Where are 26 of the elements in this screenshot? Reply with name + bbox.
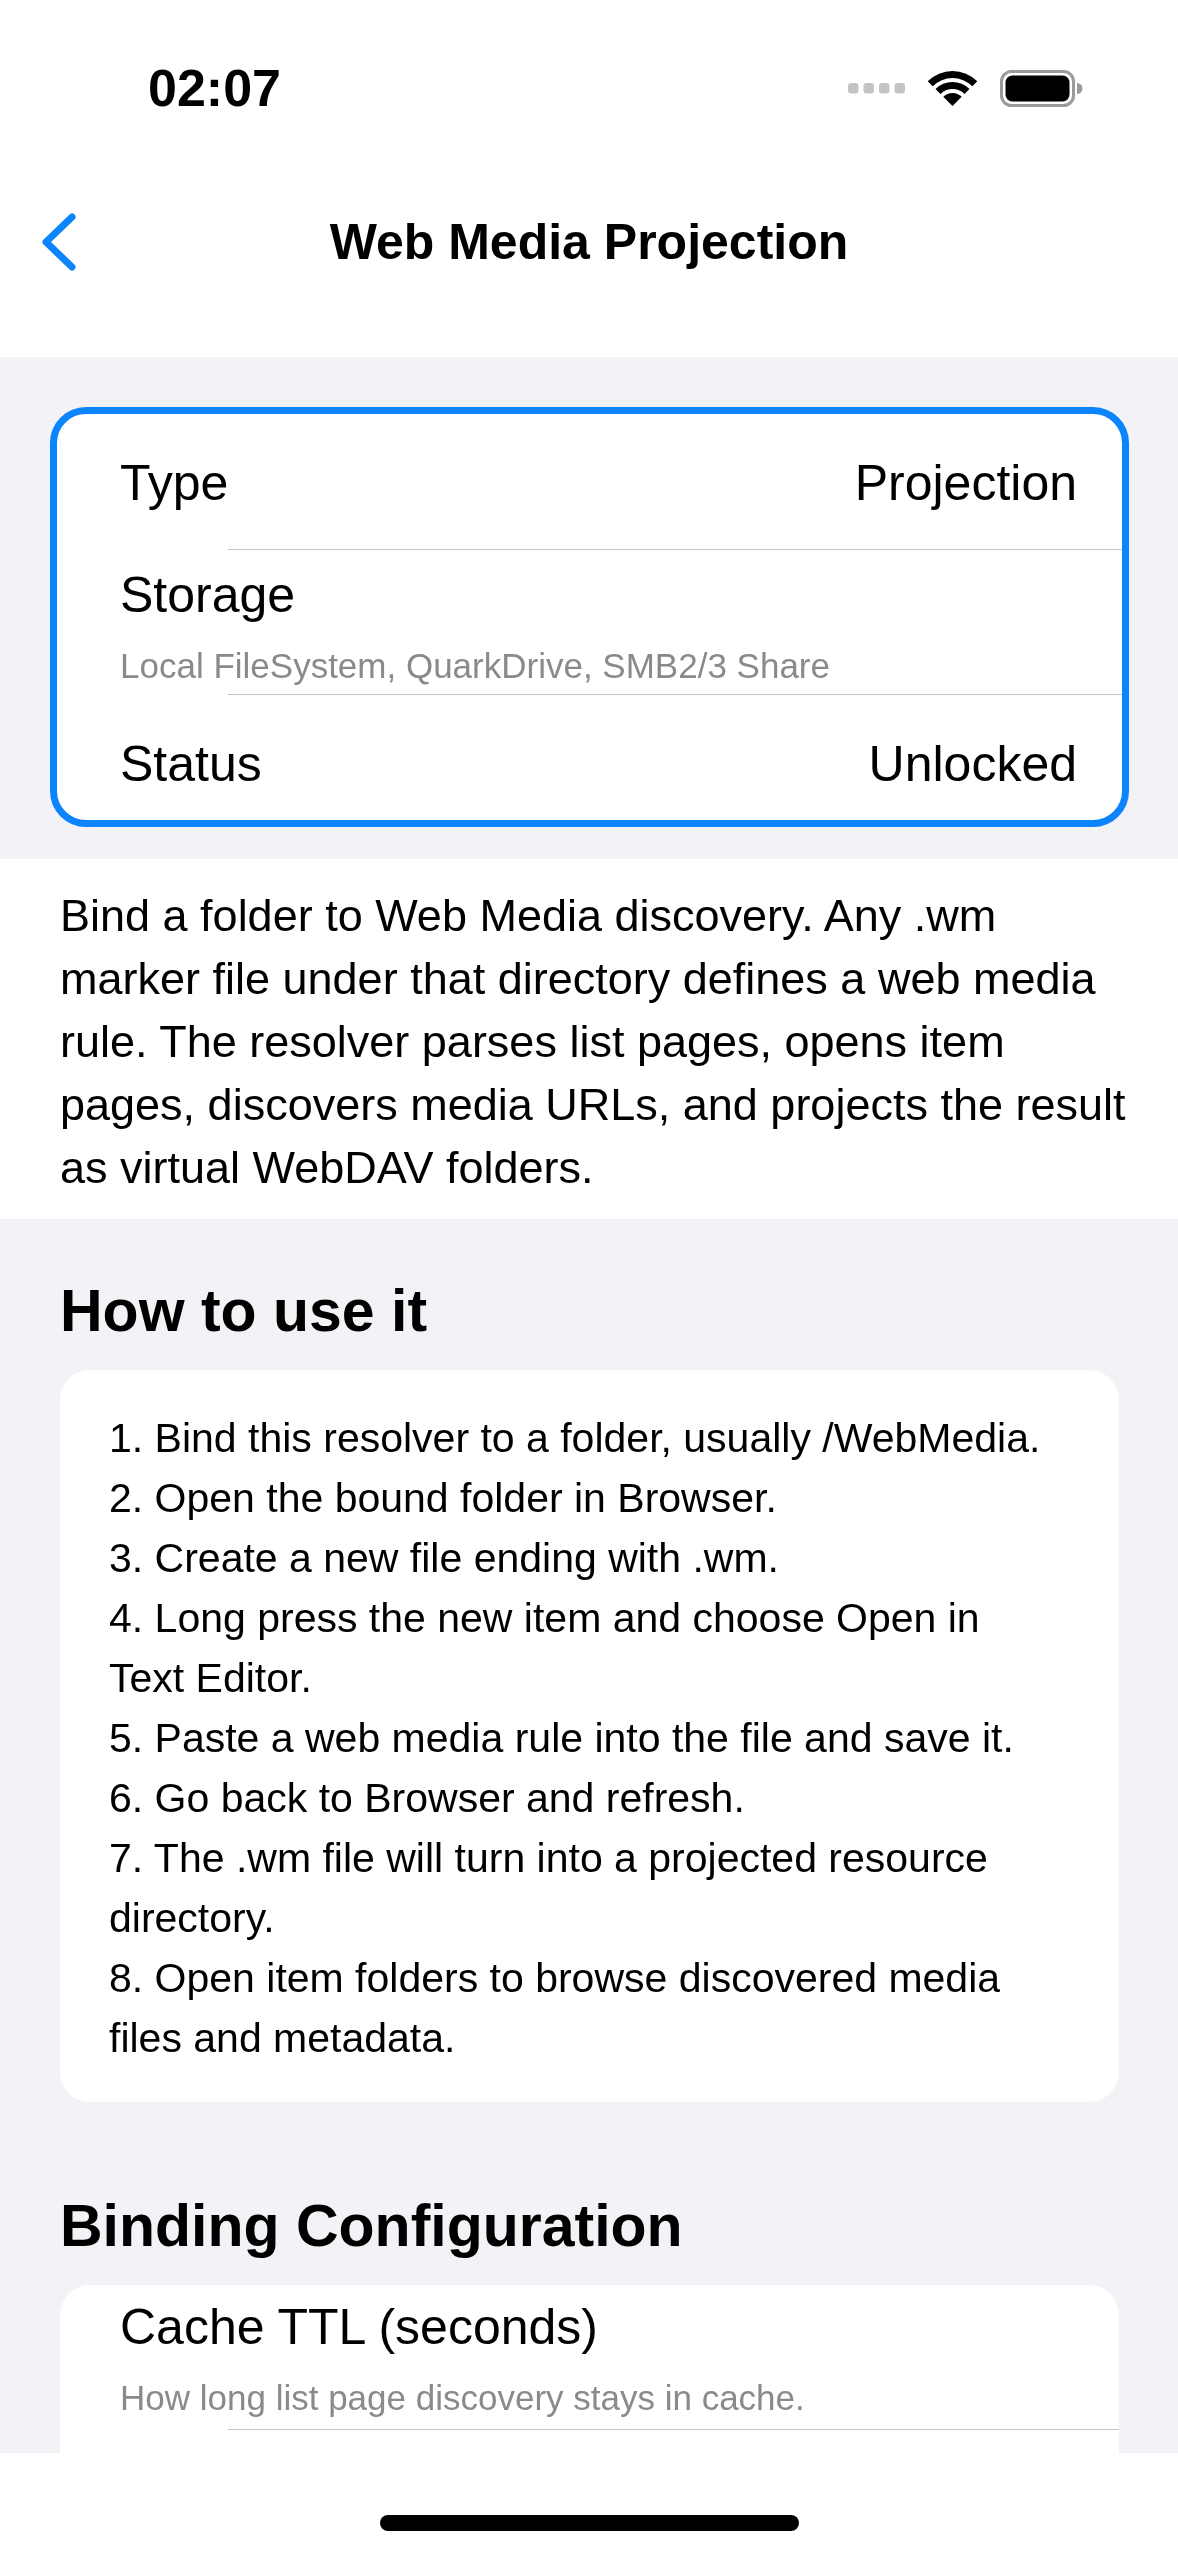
setting-label: Cache TTL (seconds) <box>120 2298 599 2357</box>
instruction-step: 1. Bind this resolver to a folder, usually /WebMedia. <box>109 1408 1047 1468</box>
wifi-icon <box>927 70 978 106</box>
section-heading: How to use it <box>60 1277 429 1346</box>
instruction-step: 4. Long press the new item and choose Open in Text Editor. <box>109 1588 1047 1708</box>
clock-text: 02:07 <box>148 58 281 118</box>
section-heading: Binding Configuration <box>60 2192 684 2261</box>
instruction-step: 6. Go back to Browser and refresh. <box>109 1768 1047 1828</box>
description-text: Bind a folder to Web Media discovery. Any .wm marker file under that directory defines a web media rule. The resolver parses list pages, opens item pages, discovers media URLs, and projects the result as virtual WebDAV folders. <box>60 889 1127 1195</box>
instruction-step: 8. Open item folders to browse discovered media files and metadata. <box>109 1948 1047 2068</box>
setting-description: How long list page discovery stays in cache. <box>120 2377 806 2419</box>
instruction-step: 5. Paste a web media rule into the file and save it. <box>109 1708 1047 1768</box>
row-label: Type <box>120 454 229 513</box>
instruction-step: 3. Create a new file ending with .wm. <box>109 1528 1047 1588</box>
row-value: Unlocked <box>868 735 1077 794</box>
row-label: Storage <box>120 566 297 625</box>
row-value: Projection <box>854 454 1077 513</box>
screen-title: Web Media Projection <box>329 213 849 272</box>
instruction-step: 2. Open the bound folder in Browser. <box>109 1468 1047 1528</box>
instruction-step: 7. The .wm file will turn into a projected resource directory. <box>109 1828 1047 1948</box>
back-button[interactable] <box>41 213 77 271</box>
chevron-left-icon <box>41 213 77 271</box>
signal-dots-icon <box>848 82 905 94</box>
row-label: Status <box>120 735 262 794</box>
battery-icon <box>1000 69 1083 107</box>
row-detail: Local FileSystem, QuarkDrive, SMB2/3 Share <box>120 645 831 687</box>
